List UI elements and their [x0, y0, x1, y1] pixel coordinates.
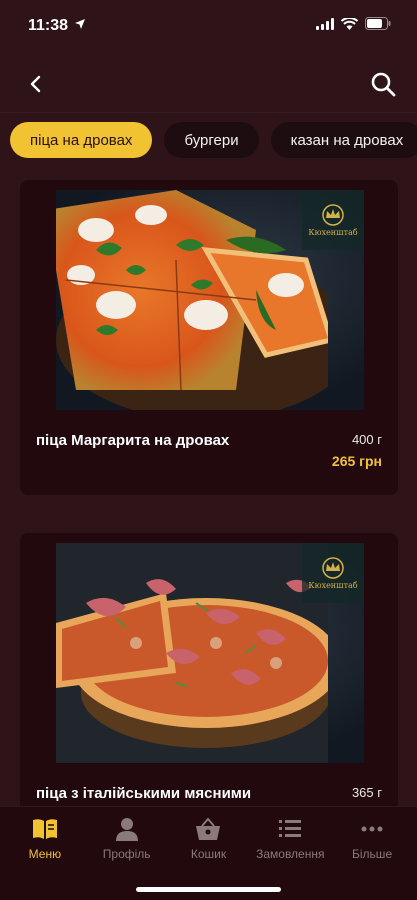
product-image-margarita: Кюхенштаб — [56, 190, 364, 410]
product-weight: 365 г — [351, 785, 382, 800]
tab-label: Більше — [352, 847, 393, 861]
tab-cart[interactable]: Кошик — [168, 817, 248, 861]
brand-logo-text: Кюхенштаб — [308, 227, 358, 237]
product-price: 265 грн — [331, 453, 382, 469]
tab-label: Профіль — [102, 847, 151, 861]
status-bar: 11:38 — [0, 0, 417, 52]
product-image-meat: Кюхенштаб — [56, 543, 364, 763]
product-info: піца Маргарита на дровах 400 г 265 грн — [20, 410, 398, 495]
product-title: піца з італійськими мясними — [36, 785, 252, 802]
bottom-tab-bar: Меню Профіль Кошик Замовлення Більше — [0, 806, 417, 900]
search-button[interactable] — [367, 68, 399, 100]
wifi-icon — [340, 17, 359, 35]
tab-menu[interactable]: Меню — [5, 817, 85, 861]
user-icon — [115, 818, 138, 841]
product-info: піца з італійськими мясними 365 г — [20, 763, 398, 806]
crown-logo-icon — [322, 556, 344, 579]
product-title: піца Маргарита на дровах — [36, 432, 230, 449]
status-left: 11:38 — [28, 17, 86, 35]
category-chips: піца на дровах бургери казан на дровах — [10, 122, 417, 160]
status-right — [316, 17, 391, 35]
back-button[interactable] — [20, 68, 52, 100]
signal-icon — [316, 17, 334, 35]
product-feed[interactable]: Кюхенштаб піца Маргарита на дровах 400 г… — [20, 180, 398, 806]
pizza-meat-illustration — [56, 543, 341, 763]
brand-logo-badge: Кюхенштаб — [302, 190, 364, 250]
tab-profile[interactable]: Профіль — [87, 817, 167, 861]
tab-label: Замовлення — [256, 847, 325, 861]
location-arrow-icon — [74, 17, 86, 35]
search-icon — [371, 72, 396, 97]
product-card[interactable]: Кюхенштаб піца з італійськими мясними 36… — [20, 533, 398, 806]
chevron-left-icon — [30, 75, 41, 93]
category-chip-kazan[interactable]: казан на дровах — [270, 122, 417, 158]
product-card[interactable]: Кюхенштаб піца Маргарита на дровах 400 г… — [20, 180, 398, 495]
basket-icon — [196, 817, 221, 840]
tab-label: Кошик — [190, 847, 227, 861]
product-weight: 400 г — [351, 432, 382, 447]
tab-orders[interactable]: Замовлення — [250, 817, 330, 861]
list-icon — [279, 820, 302, 837]
tab-more[interactable]: Більше — [332, 817, 412, 861]
product-meta: 400 г 265 грн — [332, 432, 382, 469]
tab-list: Меню Профіль Кошик Замовлення Більше — [0, 807, 417, 861]
status-time: 11:38 — [28, 17, 69, 34]
brand-logo-text: Кюхенштаб — [308, 580, 358, 590]
product-meta: 365 г — [352, 785, 382, 806]
category-chip-burgers[interactable]: бургери — [164, 122, 259, 158]
header-divider — [0, 112, 417, 113]
home-indicator — [136, 887, 281, 892]
more-icon — [361, 826, 383, 832]
tab-label: Меню — [28, 847, 62, 861]
category-chip-pizza[interactable]: піца на дровах — [10, 122, 153, 158]
crown-logo-icon — [322, 203, 344, 226]
book-icon — [32, 819, 57, 839]
pizza-margarita-illustration — [56, 190, 356, 410]
brand-logo-badge: Кюхенштаб — [302, 543, 364, 603]
header — [0, 56, 417, 112]
battery-icon — [365, 17, 391, 35]
